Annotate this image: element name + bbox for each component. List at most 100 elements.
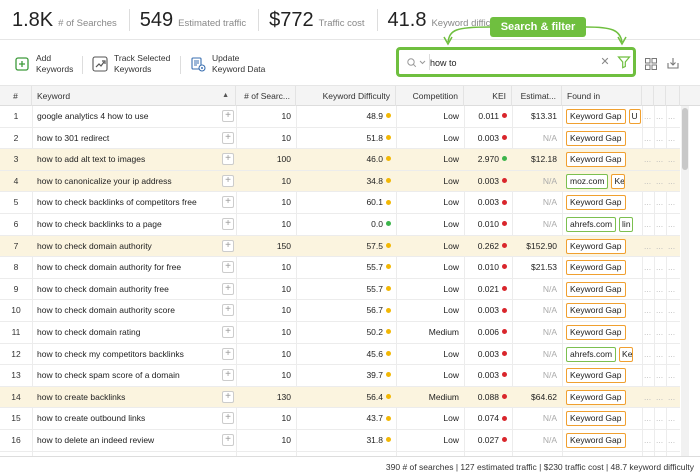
table-row[interactable]: 3 how to add alt text to images +100 46.0 Lo… — [0, 149, 680, 171]
kd-cell: 45.6 — [296, 344, 396, 365]
keyword-cell: how to create outbound links — [37, 413, 146, 424]
export-icon[interactable] — [666, 56, 680, 70]
source-tag[interactable]: U — [628, 109, 641, 124]
kd-status-dot — [386, 113, 391, 119]
kd-status-dot — [386, 156, 391, 162]
source-tag[interactable]: Ke — [619, 346, 634, 362]
kd-cell: 50.2 — [296, 322, 396, 343]
table-row[interactable]: 2 how to 301 redirect +10 51.8 Low 0.003 N/A Ke… — [0, 128, 680, 150]
column-header-extra[interactable] — [666, 86, 680, 106]
column-header-found-in[interactable]: Found in — [562, 86, 642, 106]
add-keyword-icon[interactable]: + — [222, 282, 234, 295]
add-keyword-icon[interactable]: + — [222, 131, 234, 144]
extra-cell: ... — [656, 435, 664, 445]
add-keyword-icon[interactable]: + — [222, 347, 234, 360]
estimated-cell: N/A — [542, 370, 557, 381]
column-header-searches[interactable]: # of Searc... — [236, 86, 296, 106]
source-tag[interactable]: Keyw — [611, 173, 626, 189]
kd-status-dot — [386, 242, 391, 248]
add-keyword-icon[interactable]: + — [222, 239, 234, 252]
source-tag[interactable]: Keyword Gap — [566, 325, 626, 340]
kei-value: 0.003 — [477, 348, 499, 359]
source-tag[interactable]: ahrefs.com — [566, 346, 617, 362]
add-keywords-button[interactable]: Add Keywords — [14, 52, 73, 76]
extra-cell: ... — [668, 219, 676, 229]
source-tag[interactable]: lin — [619, 217, 634, 232]
kei-cell: 0.010 — [464, 257, 512, 278]
table-row[interactable]: 16 how to delete an indeed review +10 31.8 L… — [0, 430, 680, 452]
source-tag[interactable]: Keyword Gap — [566, 368, 626, 384]
update-keyword-data-button[interactable]: Update Keyword Data — [190, 52, 265, 76]
kei-status-dot — [502, 178, 507, 184]
source-tag[interactable]: Keyword Gap — [566, 389, 626, 405]
table-row[interactable]: 13 how to check spam score of a domain +10… — [0, 365, 680, 387]
column-header-kei[interactable]: KEI — [464, 86, 512, 106]
keyword-cell: how to check domain authority — [37, 240, 152, 251]
add-keyword-icon[interactable]: + — [222, 434, 234, 446]
grid-view-icon[interactable] — [645, 57, 657, 70]
table-row[interactable]: 11 how to check domain rating +10 50.2 Mediu… — [0, 322, 680, 344]
add-keyword-icon[interactable]: + — [222, 304, 234, 317]
search-filter-callout: Search & filter — [490, 17, 586, 37]
source-tag[interactable]: Keyword Gap — [566, 130, 626, 146]
add-keyword-icon[interactable]: + — [222, 196, 234, 209]
source-tag[interactable]: Keyword Gap — [566, 303, 626, 319]
source-tag[interactable]: Keyword Gap — [566, 411, 626, 427]
row-number: 2 — [13, 132, 19, 143]
add-keyword-icon[interactable]: + — [222, 218, 234, 230]
column-header-kd[interactable]: Keyword Difficulty — [296, 86, 396, 106]
update-label-line1: Update — [212, 53, 240, 63]
add-to-list-cell: + — [220, 387, 236, 408]
add-keyword-icon[interactable]: + — [222, 261, 234, 274]
source-tag[interactable]: Keyword Gap — [566, 281, 626, 297]
kd-value: 45.6 — [366, 348, 383, 359]
table-row[interactable]: 5 how to check backlinks of competitors f… — [0, 192, 680, 214]
source-tag[interactable]: Keyword Gap — [566, 260, 626, 276]
competition-cell: Low — [443, 132, 459, 143]
kd-status-dot — [386, 372, 391, 378]
table-row[interactable]: 7 how to check domain authority +150 57.5 Lo… — [0, 235, 680, 258]
add-keyword-icon[interactable]: + — [222, 369, 234, 382]
search-input[interactable] — [430, 54, 598, 71]
column-header-estimated[interactable]: Estimat... — [512, 86, 562, 106]
column-header-competition[interactable]: Competition — [396, 86, 464, 106]
add-keyword-icon[interactable]: + — [222, 412, 234, 425]
source-tag[interactable]: Keyword Gap — [566, 152, 626, 168]
table-row[interactable]: 6 how to check backlinks to a page +10 0.0 L… — [0, 214, 680, 236]
track-selected-button[interactable]: Track Selected Keywords — [92, 52, 170, 76]
column-header-extra[interactable] — [654, 86, 666, 106]
kd-value: 55.7 — [366, 283, 383, 294]
scrollbar-thumb[interactable] — [682, 108, 688, 170]
column-header-num[interactable]: # — [0, 86, 32, 106]
table-row[interactable]: 1 google analytics 4 how to use +10 48.9 Low… — [0, 106, 680, 128]
table-row[interactable]: 4 how to canonicalize your ip address +10 3… — [0, 170, 680, 193]
search-dropdown[interactable] — [406, 57, 430, 69]
keyword-cell: how to check backlinks to a page — [37, 219, 162, 229]
table-row[interactable]: 10 how to check domain authority score +10… — [0, 300, 680, 322]
close-icon[interactable]: ✕ — [600, 55, 610, 68]
source-tag[interactable]: moz.com — [566, 173, 609, 189]
column-header-keyword[interactable]: Keyword ▲ — [32, 86, 236, 106]
kd-status-dot — [386, 134, 391, 140]
vertical-scrollbar[interactable] — [681, 106, 689, 456]
table-row[interactable]: 14 how to create backlinks +130 56.4 Medium 0… — [0, 386, 680, 409]
source-tag[interactable]: Keyword Gap — [566, 238, 626, 254]
column-header-extra[interactable] — [642, 86, 654, 106]
source-tag[interactable]: ahrefs.com — [566, 217, 617, 232]
add-keyword-icon[interactable]: + — [222, 153, 234, 166]
source-tag[interactable]: Keyword Gap — [566, 433, 626, 448]
table-row[interactable]: 15 how to create outbound links +10 43.7 Low… — [0, 408, 680, 430]
row-number: 10 — [11, 305, 21, 316]
kd-status-dot — [386, 199, 391, 205]
row-number: 5 — [13, 197, 19, 208]
add-keyword-icon[interactable]: + — [222, 390, 234, 403]
source-tag[interactable]: Keyword Gap — [566, 195, 626, 211]
add-keyword-icon[interactable]: + — [222, 110, 234, 122]
add-keyword-icon[interactable]: + — [222, 174, 234, 187]
filter-icon[interactable] — [617, 55, 631, 69]
table-row[interactable]: 9 how to check domain authority free +10 55… — [0, 279, 680, 301]
table-row[interactable]: 8 how to check domain authority for free +… — [0, 257, 680, 279]
table-row[interactable]: 12 how to check my competitors backlinks +… — [0, 344, 680, 366]
add-keyword-icon[interactable]: + — [222, 326, 234, 338]
source-tag[interactable]: Keyword Gap — [566, 109, 626, 124]
